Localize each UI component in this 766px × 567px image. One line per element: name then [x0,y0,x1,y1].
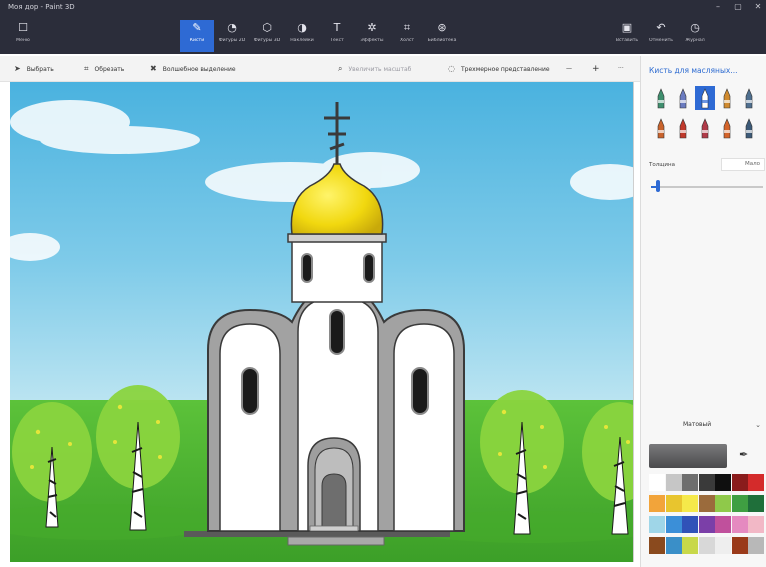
brush-panel: Кисть для масляных... Толщина Мало Матов… [640,56,766,567]
close-button[interactable]: ✕ [752,2,764,11]
tool-stickers[interactable]: ◑ Наклейки [285,20,319,52]
window-title: Моя дор - Paint 3D [8,3,75,11]
thickness-slider[interactable] [651,186,763,188]
color-swatch[interactable] [748,537,764,554]
color-swatch[interactable] [731,474,748,491]
color-swatch[interactable] [665,495,682,512]
library-icon: ⊛ [437,21,447,34]
history-button[interactable]: ◷ Журнал [678,20,712,52]
undo-button[interactable]: ↶ Отменить [644,20,678,52]
color-swatch[interactable] [682,537,698,554]
stickers-icon: ◑ [297,21,307,34]
menu-button[interactable]: ☐ Меню [6,20,40,52]
chevron-down-icon: ⌄ [755,421,761,429]
color-swatch[interactable] [715,537,731,554]
zoom-out-button[interactable]: — [566,63,572,75]
tool-effects[interactable]: ✲ Эффекты [355,20,389,52]
zoom-hint[interactable]: ⌕ Увеличить масштаб [338,63,411,75]
effects-icon: ✲ [367,21,377,34]
shapes-3d-icon: ⬡ [262,21,272,34]
color-swatch[interactable] [715,516,731,533]
finish-dropdown[interactable]: Матовый ⌄ [649,416,763,434]
eyedropper-icon[interactable]: ✒ [739,448,748,461]
crop-button[interactable]: ⌗ Обрезать [84,63,124,75]
color-swatch[interactable] [731,537,748,554]
text-icon: T [333,21,341,34]
magic-select-icon: ✖ [150,64,157,73]
color-swatch[interactable] [731,495,748,512]
magnifier-icon: ⌕ [338,64,343,73]
brush-fill-icon[interactable] [739,116,759,140]
color-swatch[interactable] [649,474,665,491]
tool-text[interactable]: T Текст [320,20,354,52]
thickness-field[interactable]: Мало [721,158,765,171]
crop-icon: ⌗ [84,64,89,73]
color-swatch[interactable] [715,495,731,512]
brush-eraser-icon[interactable] [673,116,693,140]
brush-marker-icon[interactable] [651,86,671,110]
more-options-button[interactable]: ··· [618,63,624,75]
color-swatch[interactable] [649,537,665,554]
color-swatch[interactable] [682,516,698,533]
church-painting [10,82,633,562]
mixed-reality-button[interactable]: ◌ Трехмерное представление [448,63,550,75]
color-swatch[interactable] [731,516,748,533]
paste-icon: ▣ [621,21,633,34]
shapes-2d-icon: ◔ [227,21,237,34]
menu-icon: ☐ [18,21,28,34]
brush-icon: ✎ [192,21,202,34]
color-swatch[interactable] [665,474,682,491]
current-color-swatch[interactable] [649,444,727,468]
tool-brushes[interactable]: ✎ Кисти [180,20,214,52]
undo-icon: ↶ [656,21,666,34]
magic-select-button[interactable]: ✖ Волшебное выделение [150,63,236,75]
thickness-label: Толщина [649,162,675,168]
paste-button[interactable]: ▣ Вставить [610,20,644,52]
canvas-icon: ⌗ [403,21,411,34]
color-swatch[interactable] [665,516,682,533]
tool-library[interactable]: ⊛ Библиотека [425,20,459,52]
view-3d-icon: ◌ [448,64,455,73]
panel-title: Кисть для масляных... [649,66,738,75]
brush-oil-brush-icon[interactable] [695,86,715,110]
cursor-icon: ➤ [14,64,21,73]
brush-pencil-icon[interactable] [651,116,671,140]
color-swatch[interactable] [682,495,698,512]
color-swatch[interactable] [748,474,764,491]
zoom-in-button[interactable]: + [592,63,600,75]
finish-value: Матовый [683,421,712,428]
color-swatch[interactable] [649,516,665,533]
brush-pixel-pen-icon[interactable] [739,86,759,110]
brush-spray-can-icon[interactable] [717,116,737,140]
brush-crayon-icon[interactable] [695,116,715,140]
brush-watercolor-icon[interactable] [717,86,737,110]
tool-shapes-3d[interactable]: ⬡ Фигуры 3D [250,20,284,52]
select-button[interactable]: ➤ Выбрать [14,63,54,75]
color-swatch[interactable] [698,516,715,533]
drawing-canvas[interactable] [10,82,634,562]
color-swatch[interactable] [748,495,764,512]
color-swatch[interactable] [715,474,731,491]
color-swatch[interactable] [665,537,682,554]
tool-shapes-2d[interactable]: ◔ Фигуры 2D [215,20,249,52]
color-swatch[interactable] [698,495,715,512]
color-swatch[interactable] [748,516,764,533]
minimize-button[interactable]: – [712,2,724,11]
maximize-button[interactable]: ▢ [732,2,744,11]
history-icon: ◷ [690,21,700,34]
color-swatch[interactable] [698,537,715,554]
color-swatch[interactable] [698,474,715,491]
color-swatch[interactable] [649,495,665,512]
brush-calligraphy-pen-icon[interactable] [673,86,693,110]
ribbon-bar: Моя дор - Paint 3D – ▢ ✕ ☐ Меню ✎ Кисти … [0,0,766,54]
tool-canvas[interactable]: ⌗ Холст [390,20,424,52]
color-swatch[interactable] [682,474,698,491]
thickness-slider-thumb[interactable] [655,180,660,192]
